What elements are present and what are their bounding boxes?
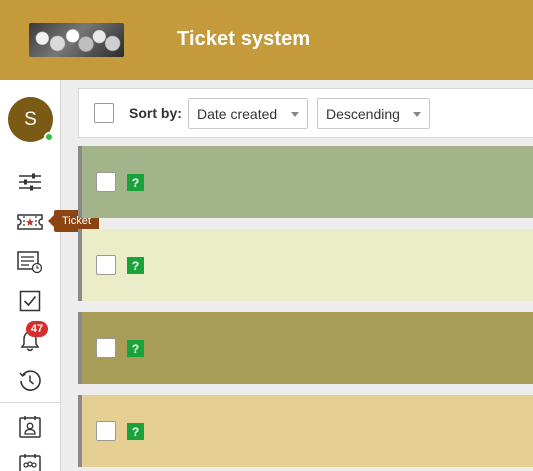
header-bar: Ticket system <box>0 0 533 80</box>
ticket-status-badge: ? <box>127 340 144 357</box>
sidebar-item-reports[interactable] <box>17 249 43 275</box>
sidebar-item-filters[interactable] <box>17 169 43 195</box>
ticket-status-badge: ? <box>127 174 144 191</box>
ticket-row[interactable]: ? <box>78 395 533 467</box>
sidebar: S 47 <box>0 80 61 471</box>
sidebar-item-tasks[interactable] <box>17 288 43 314</box>
ticket-status-badge: ? <box>127 423 144 440</box>
ticket-row[interactable]: ? <box>78 229 533 301</box>
presence-indicator <box>44 132 54 142</box>
contact-card-icon <box>19 416 41 438</box>
ticket-status-badge: ? <box>127 257 144 274</box>
sort-field-select[interactable]: Date created <box>188 98 308 129</box>
list-toolbar: Sort by: Date created Descending <box>78 88 533 138</box>
ticket-icon <box>17 214 43 230</box>
sliders-icon <box>19 173 41 191</box>
sort-order-select[interactable]: Descending <box>317 98 430 129</box>
ticket-row[interactable]: ? <box>78 312 533 384</box>
history-clock-icon <box>19 370 41 391</box>
app-logo[interactable] <box>29 23 124 57</box>
chevron-down-icon <box>291 112 299 117</box>
group-card-icon <box>19 454 41 471</box>
checkbox-icon <box>19 290 41 312</box>
app-title: Ticket system <box>177 28 311 50</box>
ticket-row[interactable]: ? <box>78 146 533 218</box>
ticket-checkbox[interactable] <box>96 172 116 192</box>
document-clock-icon <box>17 251 43 274</box>
sidebar-divider <box>0 402 60 403</box>
sort-field-value: Date created <box>197 105 278 122</box>
avatar-initial: S <box>24 108 37 130</box>
ticket-checkbox[interactable] <box>96 421 116 441</box>
sidebar-item-ticket[interactable] <box>17 209 43 235</box>
sort-label: Sort by: <box>129 105 182 121</box>
ticket-checkbox[interactable] <box>96 255 116 275</box>
chevron-down-icon <box>413 112 421 117</box>
app-window: Ticket system S 47 Ticket Sort by: Date … <box>0 0 533 471</box>
sidebar-item-group[interactable] <box>17 452 43 471</box>
sidebar-item-contact[interactable] <box>17 414 43 440</box>
select-all-checkbox[interactable] <box>94 103 114 123</box>
sort-order-value: Descending <box>326 105 400 122</box>
sidebar-item-history[interactable] <box>17 368 43 394</box>
notification-count-badge: 47 <box>26 321 48 337</box>
ticket-checkbox[interactable] <box>96 338 116 358</box>
